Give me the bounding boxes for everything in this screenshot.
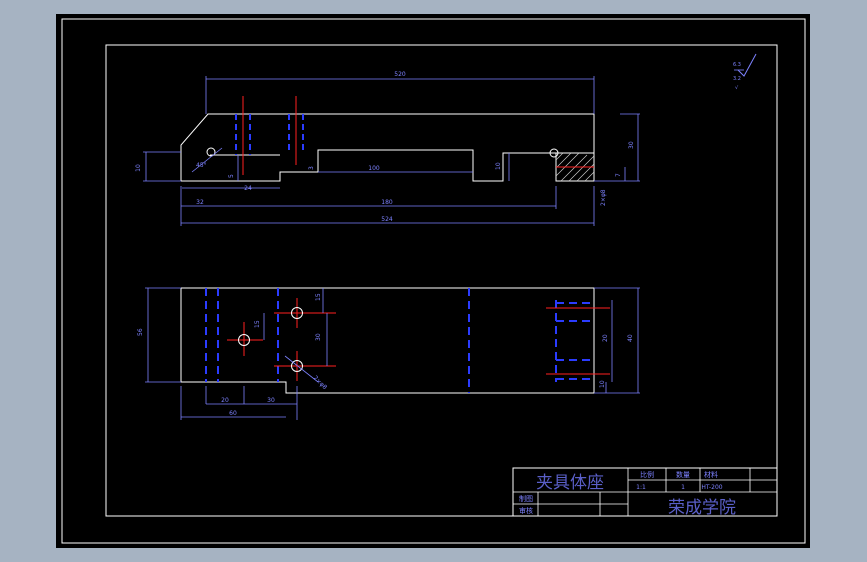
row-checker: 审核 (519, 506, 533, 515)
dim-chamfer: 45° (196, 162, 207, 169)
header-scale: 比例 (640, 470, 654, 479)
roughness-value-2: 3.2 (733, 76, 741, 82)
dim-total-height: 30 (628, 141, 635, 149)
dim-right-mid: 20 (602, 334, 609, 342)
dim-slot-depth: 5 (228, 174, 235, 178)
dim-hole-spacing-v: 15 (254, 320, 261, 328)
header-material: 材料 (704, 470, 718, 479)
school-name: 荣成学院 (668, 498, 736, 518)
dim-pos-b: 30 (267, 397, 275, 404)
dim-right-small: 10 (599, 380, 606, 388)
cad-drawing-canvas: 520 10 45° 5 24 3 100 10 30 7 2×φ8 32 18… (56, 14, 810, 548)
dim-pitch-v: 30 (315, 333, 322, 341)
dim-right-total: 40 (627, 334, 634, 342)
roughness-value-1: 6.3 (733, 62, 741, 68)
qty-value: 1 (681, 484, 685, 491)
dim-hole-offset: 15 (315, 293, 322, 301)
scale-value: 1:1 (636, 484, 646, 491)
dim-pos-a: 20 (221, 397, 229, 404)
part-name: 夹具体座 (536, 473, 604, 493)
dim-groove-length: 100 (368, 165, 380, 172)
dim-bottom-total: 524 (381, 216, 393, 223)
dim-right-height: 10 (495, 162, 502, 170)
header-qty: 数量 (676, 470, 690, 479)
material-value: HT-200 (701, 484, 722, 491)
dim-width-left: 56 (137, 328, 144, 336)
dim-left-height: 10 (135, 164, 142, 172)
dim-small-step: 7 (615, 173, 622, 177)
dim-slot-width: 24 (244, 185, 252, 192)
dim-mid-length: 180 (381, 199, 393, 206)
dim-overall-top: 520 (394, 71, 406, 78)
dim-hole-note-front: 2×φ8 (600, 189, 607, 206)
dim-base-len: 60 (229, 410, 237, 417)
dim-left-offset: 32 (196, 199, 204, 206)
row-drafter: 制图 (519, 494, 533, 503)
dim-step-height: 3 (308, 166, 315, 170)
